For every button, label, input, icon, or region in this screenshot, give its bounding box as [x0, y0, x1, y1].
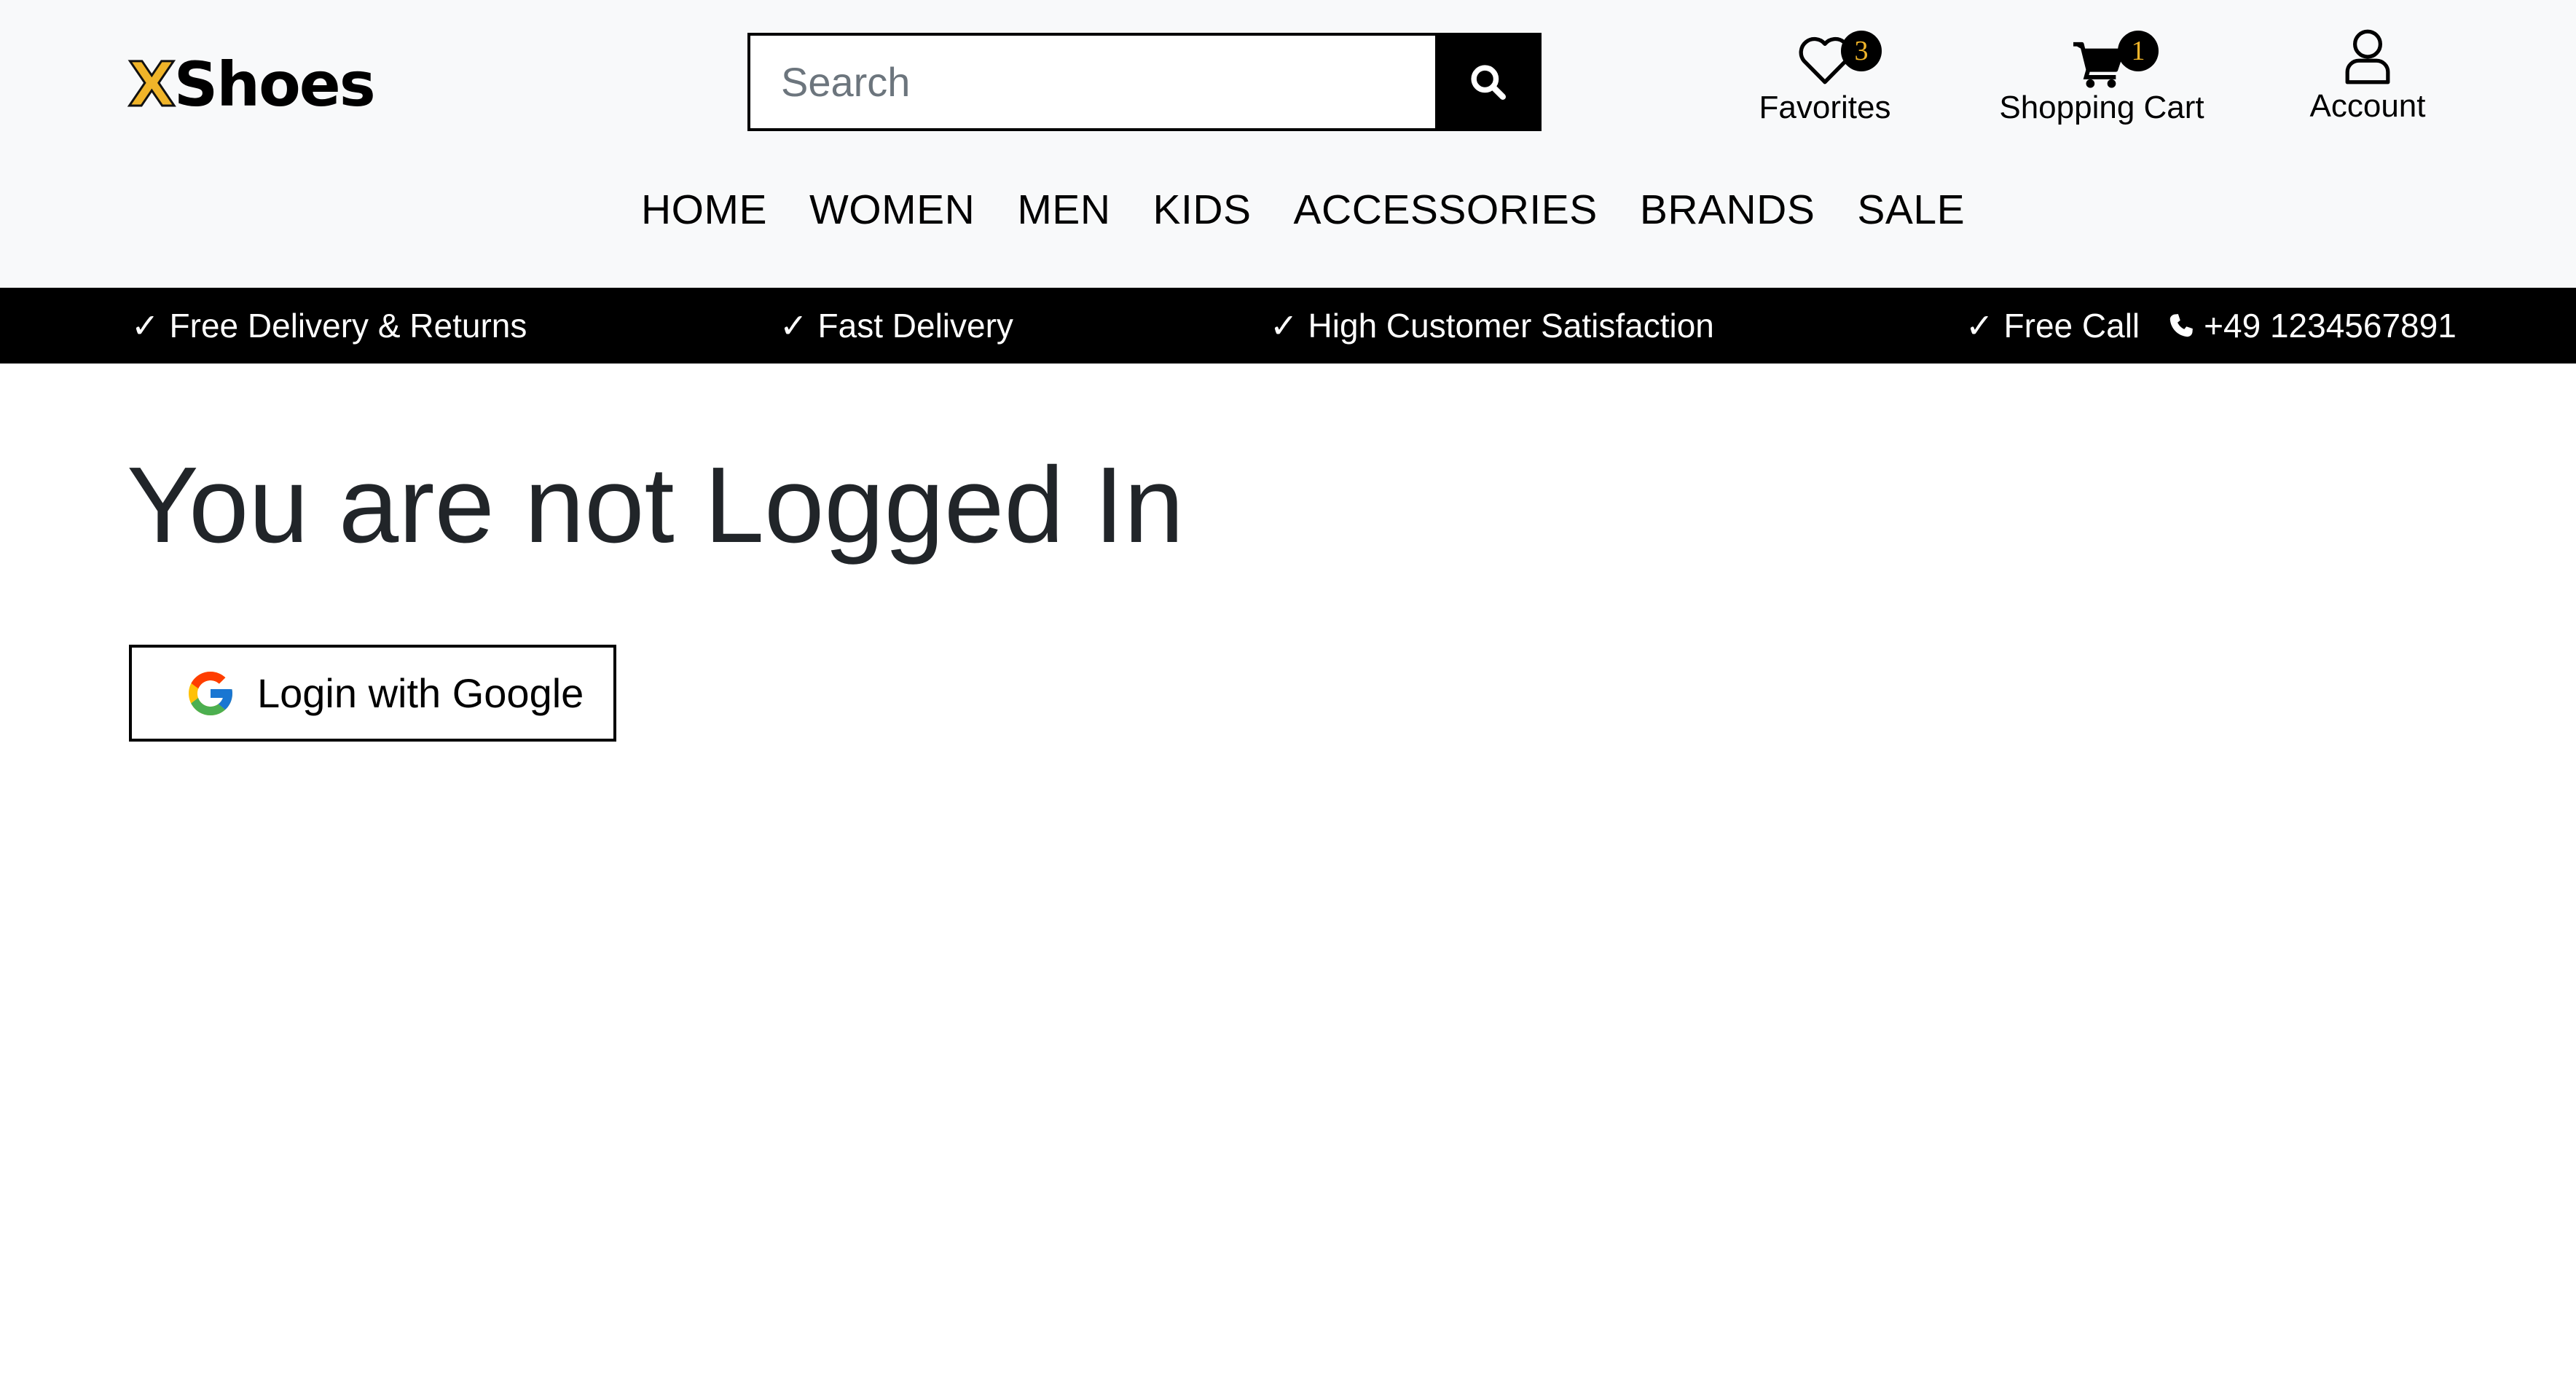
main-nav: HOME WOMEN MEN KIDS ACCESSORIES BRANDS S… — [641, 189, 1965, 231]
logo[interactable]: X Shoes — [127, 48, 376, 121]
nav-brands[interactable]: BRANDS — [1640, 189, 1815, 231]
check-icon: ✓ — [1270, 307, 1298, 345]
favorites-count-badge: 3 — [1841, 31, 1882, 71]
info-text: Free Delivery & Returns — [169, 307, 527, 345]
page: XShoes 3 Favorites — [0, 0, 2576, 1387]
nav-accessories[interactable]: ACCESSORIES — [1294, 189, 1598, 231]
search-input[interactable] — [747, 33, 1435, 131]
info-text: High Customer Satisfaction — [1308, 307, 1714, 345]
phone-number: +49 1234567891 — [2204, 307, 2457, 345]
phone-link[interactable]: +49 1234567891 — [2167, 306, 2457, 345]
search-icon — [1471, 64, 1507, 100]
site-header: XShoes 3 Favorites — [0, 0, 2576, 288]
nav-sale[interactable]: SALE — [1857, 189, 1965, 231]
account-link[interactable]: Account — [2302, 28, 2433, 122]
shopping-cart-label: Shopping Cart — [1999, 90, 2204, 125]
shopping-cart-link[interactable]: 1 Shopping Cart — [1992, 29, 2211, 124]
phone-icon — [2169, 314, 2193, 337]
check-icon: ✓ — [1966, 307, 1994, 345]
nav-women[interactable]: WOMEN — [809, 189, 975, 231]
cart-count-badge: 1 — [2118, 31, 2159, 71]
page-title: You are not Logged In — [127, 445, 1185, 565]
search-button[interactable] — [1435, 33, 1542, 131]
login-with-google-label: Login with Google — [257, 670, 584, 716]
logo-text: Shoes — [173, 49, 376, 120]
info-text: Free Call — [2003, 307, 2140, 345]
check-icon: ✓ — [780, 307, 808, 345]
info-free-call: ✓ Free Call +49 1234567891 — [1966, 288, 2457, 364]
info-fast-delivery: ✓ Fast Delivery — [780, 288, 1013, 364]
info-bar: ✓ Free Delivery & Returns ✓ Fast Deliver… — [0, 288, 2576, 364]
account-label: Account — [2309, 88, 2426, 124]
info-customer-satisfaction: ✓ High Customer Satisfaction — [1270, 288, 1714, 364]
info-free-delivery-returns: ✓ Free Delivery & Returns — [131, 288, 527, 364]
nav-kids[interactable]: KIDS — [1152, 189, 1251, 231]
logo-letter: X — [127, 49, 177, 120]
nav-home[interactable]: HOME — [641, 189, 767, 231]
favorites-label: Favorites — [1759, 90, 1891, 125]
search-bar — [747, 33, 1542, 131]
user-icon — [2345, 29, 2390, 85]
nav-men[interactable]: MEN — [1017, 189, 1110, 231]
favorites-link[interactable]: 3 Favorites — [1752, 29, 1898, 124]
check-icon: ✓ — [131, 307, 160, 345]
login-with-google-button[interactable]: Login with Google — [129, 645, 616, 742]
google-icon — [184, 667, 237, 720]
info-text: Fast Delivery — [817, 307, 1013, 345]
